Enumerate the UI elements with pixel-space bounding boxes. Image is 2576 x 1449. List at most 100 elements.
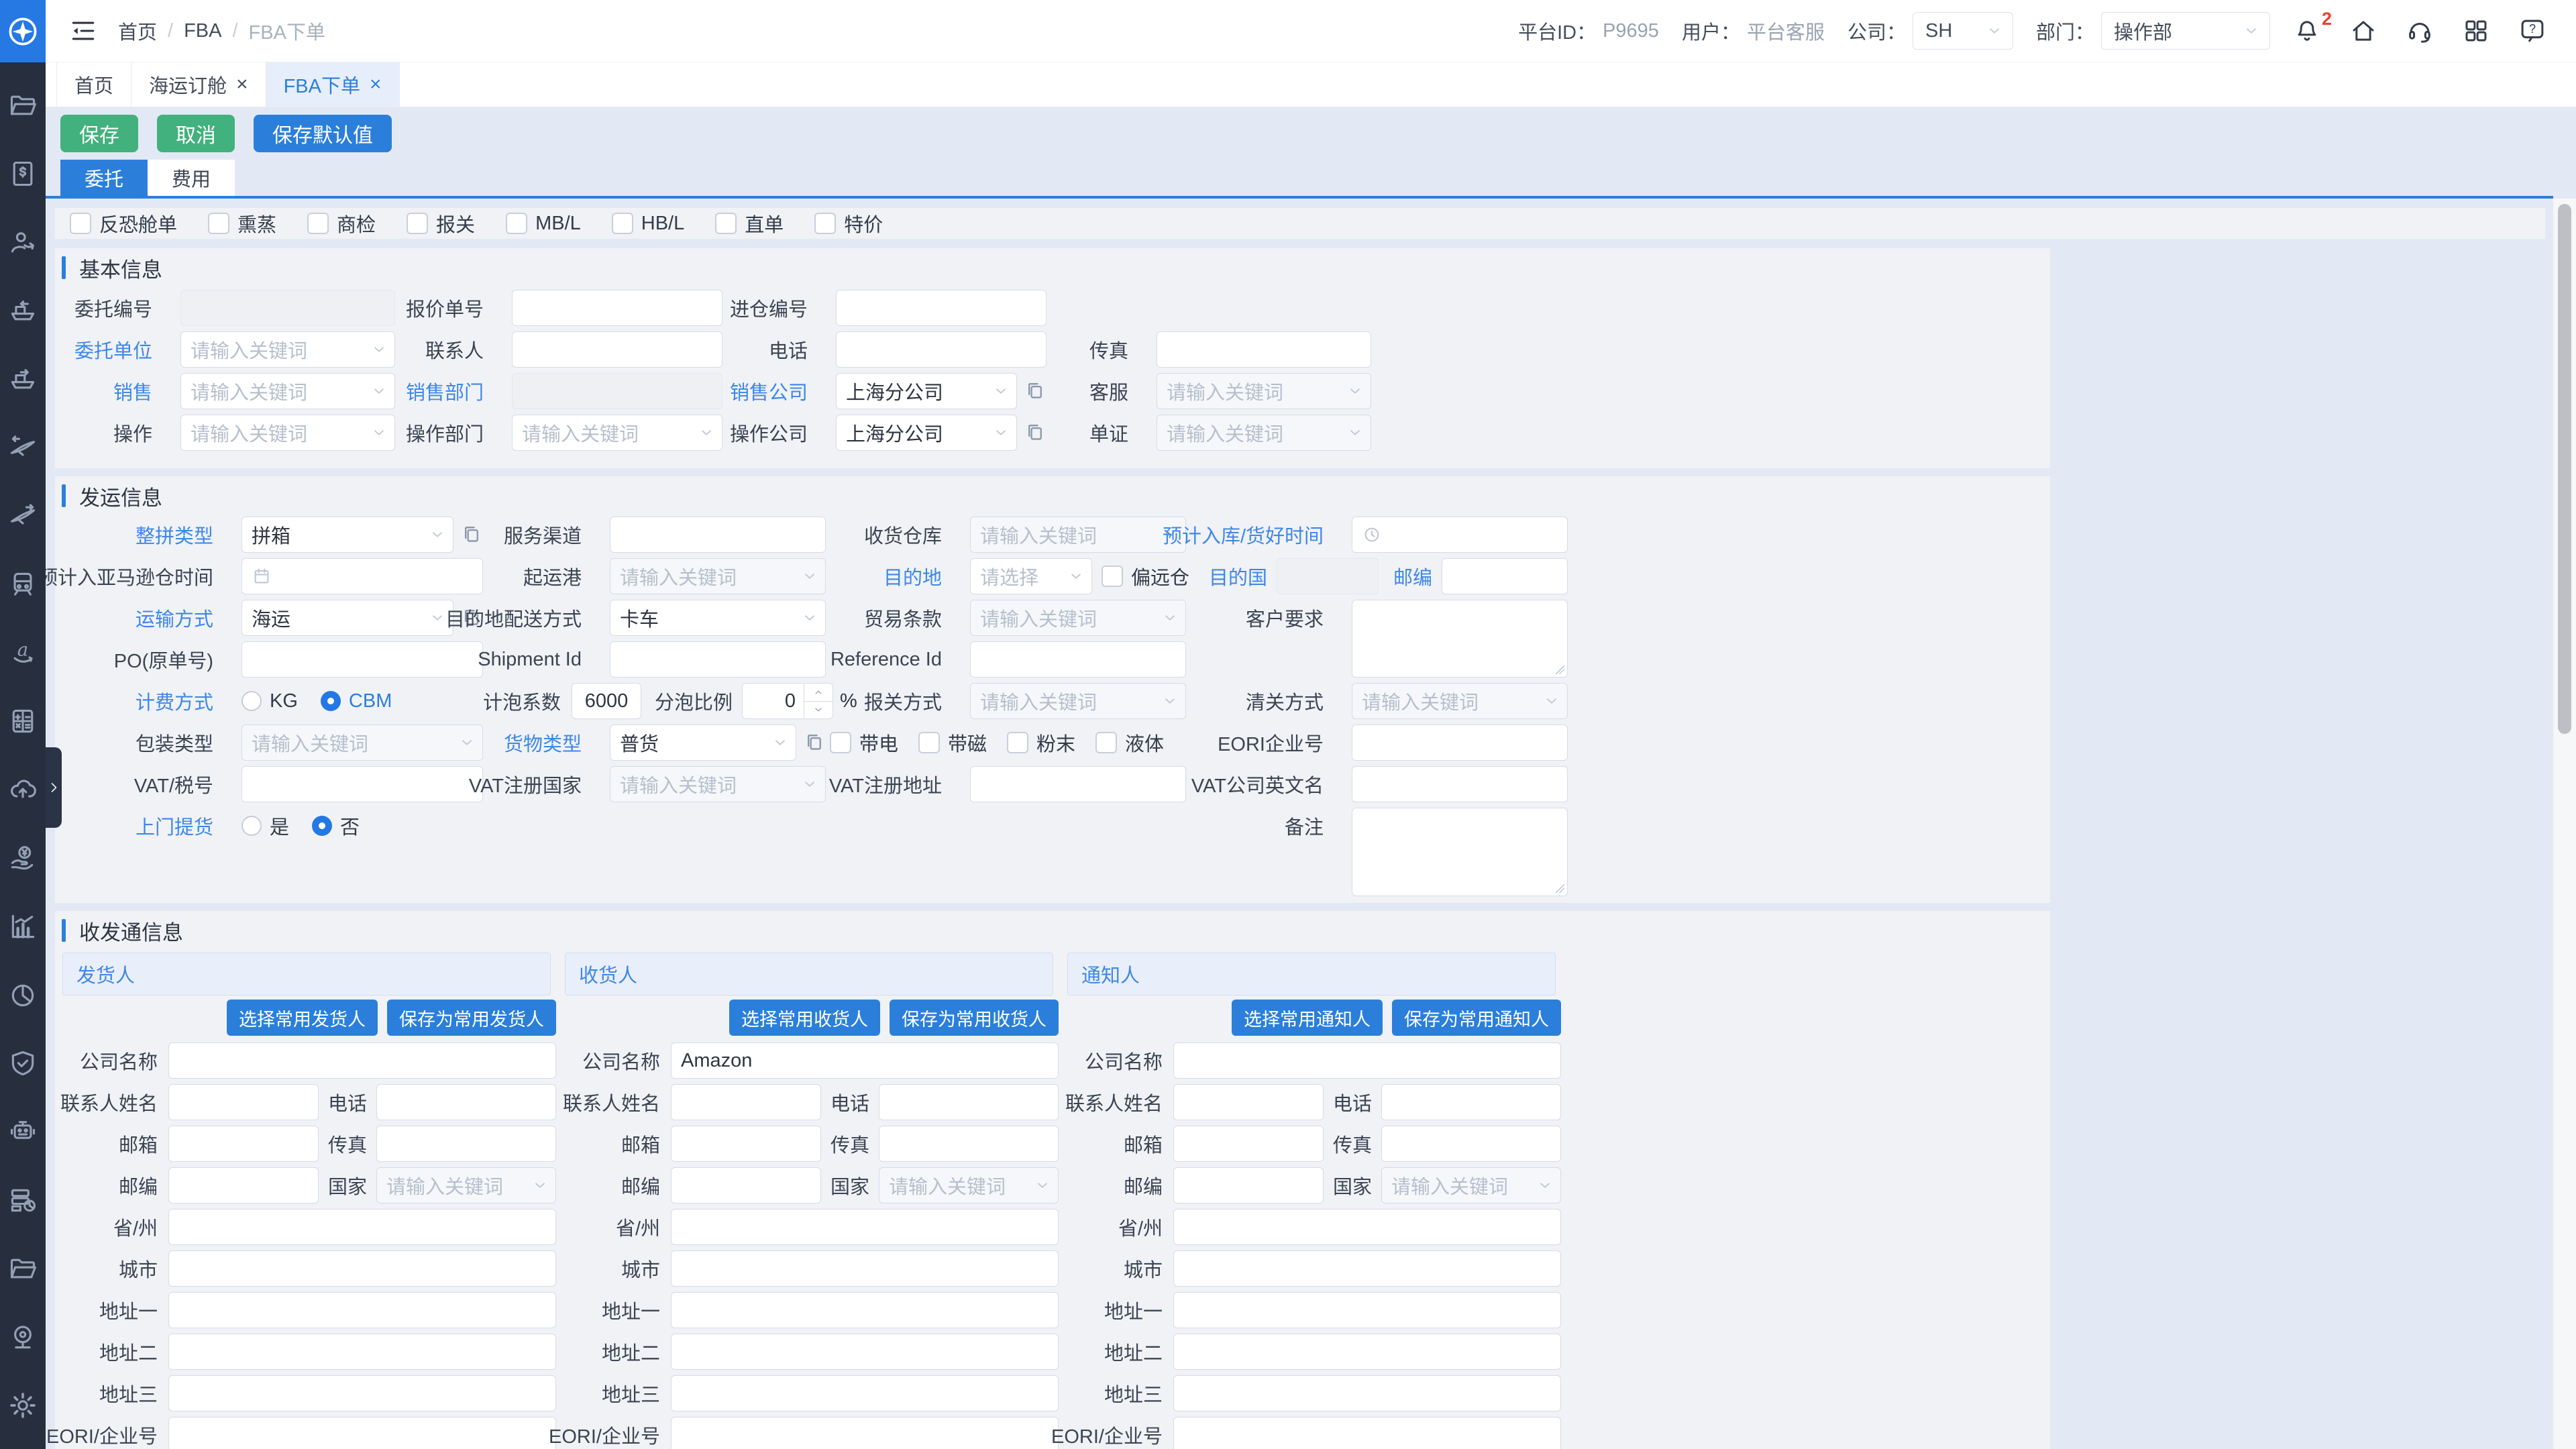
flag-checkbox-item[interactable]: 反恐舱单 bbox=[70, 209, 177, 237]
zip-input[interactable] bbox=[1442, 558, 1568, 594]
consignee-addr3-input[interactable] bbox=[671, 1375, 1059, 1411]
shield-check-icon[interactable] bbox=[8, 1049, 38, 1078]
checkbox[interactable] bbox=[814, 213, 837, 234]
form-tab-1[interactable]: 委托 bbox=[60, 160, 148, 196]
package-type-select[interactable]: 请输入关键词 bbox=[241, 724, 483, 761]
copy-icon[interactable] bbox=[460, 523, 483, 546]
cargo-flag-checkbox-item[interactable]: 粉末 bbox=[1007, 729, 1075, 757]
vat-no-input[interactable] bbox=[241, 766, 483, 802]
consignee-addr1-input[interactable] bbox=[671, 1292, 1059, 1328]
consignee-contact-input[interactable] bbox=[671, 1084, 821, 1120]
consignee-province-input[interactable] bbox=[671, 1209, 1059, 1245]
trade-terms-select[interactable]: 请输入关键词 bbox=[970, 600, 1186, 636]
checkbox[interactable] bbox=[208, 213, 230, 234]
invoice-icon[interactable] bbox=[8, 159, 38, 189]
cancel-button[interactable]: 取消 bbox=[157, 115, 235, 152]
plane-import-icon[interactable] bbox=[8, 433, 38, 462]
ship-export-icon[interactable] bbox=[8, 364, 38, 394]
notify-fax-input[interactable] bbox=[1381, 1126, 1561, 1162]
shipper-fax-input[interactable] bbox=[376, 1126, 556, 1162]
page-tab-1[interactable]: 首页 bbox=[56, 62, 131, 107]
copy-icon[interactable] bbox=[1024, 421, 1046, 444]
remote-warehouse-checkbox-item[interactable]: 偏远仓 bbox=[1102, 562, 1189, 590]
receive-warehouse-select[interactable]: 请输入关键词 bbox=[970, 517, 1186, 553]
flag-checkbox-item[interactable]: 商检 bbox=[307, 209, 376, 237]
notify-contact-input[interactable] bbox=[1173, 1084, 1324, 1120]
po-input[interactable] bbox=[241, 641, 483, 678]
shipper-addr3-input[interactable] bbox=[168, 1375, 556, 1411]
billing-radio-cbm[interactable]: CBM bbox=[320, 690, 392, 712]
stepper-value[interactable]: 0 bbox=[742, 683, 804, 719]
consignee-city-input[interactable] bbox=[671, 1250, 1059, 1287]
amazon-icon[interactable]: a bbox=[8, 638, 38, 667]
shipper-company-input[interactable] bbox=[168, 1042, 556, 1079]
customer-req-textarea[interactable] bbox=[1352, 600, 1568, 678]
vat-company-input[interactable] bbox=[1352, 766, 1568, 802]
customer-service-select[interactable]: 请输入关键词 bbox=[1157, 373, 1371, 409]
plane-export-icon[interactable] bbox=[8, 501, 38, 531]
notify-phone-input[interactable] bbox=[1381, 1084, 1561, 1120]
notify-email-input[interactable] bbox=[1173, 1126, 1324, 1162]
checkbox[interactable] bbox=[506, 213, 528, 234]
documentation-select[interactable]: 请输入关键词 bbox=[1157, 415, 1371, 451]
sales-company-select[interactable]: 上海分公司 bbox=[836, 373, 1017, 409]
flag-checkbox-item[interactable]: 熏蒸 bbox=[208, 209, 276, 237]
consignee-addr2-input[interactable] bbox=[671, 1334, 1059, 1370]
cargo-flag-checkbox-item[interactable]: 带电 bbox=[830, 729, 898, 757]
ship-import-icon[interactable] bbox=[8, 296, 38, 325]
eta-amazon-input[interactable] bbox=[241, 558, 483, 594]
cargo-type-select[interactable]: 普货 bbox=[610, 724, 796, 761]
hand-coin-icon[interactable] bbox=[8, 843, 38, 873]
pickup-radio-是[interactable]: 是 bbox=[241, 812, 289, 840]
save-common-consignee-button[interactable]: 保存为常用收货人 bbox=[890, 1000, 1059, 1036]
menu-collapse-icon[interactable] bbox=[68, 16, 98, 46]
customer-icon[interactable] bbox=[8, 227, 38, 257]
cloud-upload-icon[interactable] bbox=[8, 775, 38, 804]
pol-select[interactable]: 请输入关键词 bbox=[610, 558, 826, 594]
bar-chart-icon[interactable] bbox=[8, 912, 38, 941]
notify-country-select[interactable]: 请输入关键词 bbox=[1381, 1167, 1561, 1203]
warehouse-entry-no-input[interactable] bbox=[836, 290, 1046, 326]
checkbox[interactable] bbox=[715, 213, 737, 234]
panel-collapse-handle[interactable] bbox=[46, 747, 62, 828]
notify-addr2-input[interactable] bbox=[1173, 1334, 1561, 1370]
shipper-country-select[interactable]: 请输入关键词 bbox=[376, 1167, 556, 1203]
settings-icon[interactable] bbox=[8, 1391, 38, 1420]
shipper-zip-input[interactable] bbox=[168, 1167, 319, 1203]
select-common-shipper-button[interactable]: 选择常用发货人 bbox=[227, 1000, 378, 1036]
select-common-consignee-button[interactable]: 选择常用收货人 bbox=[729, 1000, 880, 1036]
cargo-flag-checkbox-item[interactable]: 液体 bbox=[1095, 729, 1164, 757]
flag-checkbox-item[interactable]: MB/L bbox=[506, 213, 581, 235]
pie-chart-icon[interactable] bbox=[8, 980, 38, 1010]
consignee-fax-input[interactable] bbox=[879, 1126, 1059, 1162]
radio-icon[interactable] bbox=[312, 816, 333, 836]
shipper-addr2-input[interactable] bbox=[168, 1334, 556, 1370]
shipper-email-input[interactable] bbox=[168, 1126, 319, 1162]
cargo-flag-checkbox-item[interactable]: 带磁 bbox=[918, 729, 987, 757]
headset-icon[interactable] bbox=[2406, 17, 2434, 45]
vertical-scrollbar[interactable] bbox=[2553, 199, 2576, 1449]
operator-company-select[interactable]: 上海分公司 bbox=[836, 415, 1017, 451]
notify-addr3-input[interactable] bbox=[1173, 1375, 1561, 1411]
breadcrumb-item[interactable]: FBA bbox=[184, 20, 221, 42]
contact-input[interactable] bbox=[512, 331, 722, 368]
customs-clear-select[interactable]: 请输入关键词 bbox=[1352, 683, 1568, 719]
notify-addr1-input[interactable] bbox=[1173, 1292, 1561, 1328]
customs-declare-select[interactable]: 请输入关键词 bbox=[970, 683, 1186, 719]
train-icon[interactable] bbox=[8, 570, 38, 599]
transport-mode-select[interactable]: 海运 bbox=[241, 600, 453, 636]
flag-checkbox-item[interactable]: 特价 bbox=[814, 209, 883, 237]
radio-icon[interactable] bbox=[320, 691, 341, 711]
apps-icon[interactable] bbox=[2462, 17, 2490, 45]
checkbox[interactable] bbox=[611, 213, 633, 234]
shipper-phone-input[interactable] bbox=[376, 1084, 556, 1120]
page-tab-2[interactable]: 海运订舱 × bbox=[131, 62, 266, 107]
service-channel-input[interactable] bbox=[610, 517, 826, 553]
remark-textarea[interactable] bbox=[1352, 808, 1568, 896]
fax-input[interactable] bbox=[1157, 331, 1371, 368]
vat-country-select[interactable]: 请输入关键词 bbox=[610, 766, 826, 802]
app-logo[interactable] bbox=[0, 0, 46, 62]
scrollbar-thumb[interactable] bbox=[2558, 204, 2571, 734]
consignee-country-select[interactable]: 请输入关键词 bbox=[879, 1167, 1059, 1203]
dest-delivery-select[interactable]: 卡车 bbox=[610, 600, 826, 636]
